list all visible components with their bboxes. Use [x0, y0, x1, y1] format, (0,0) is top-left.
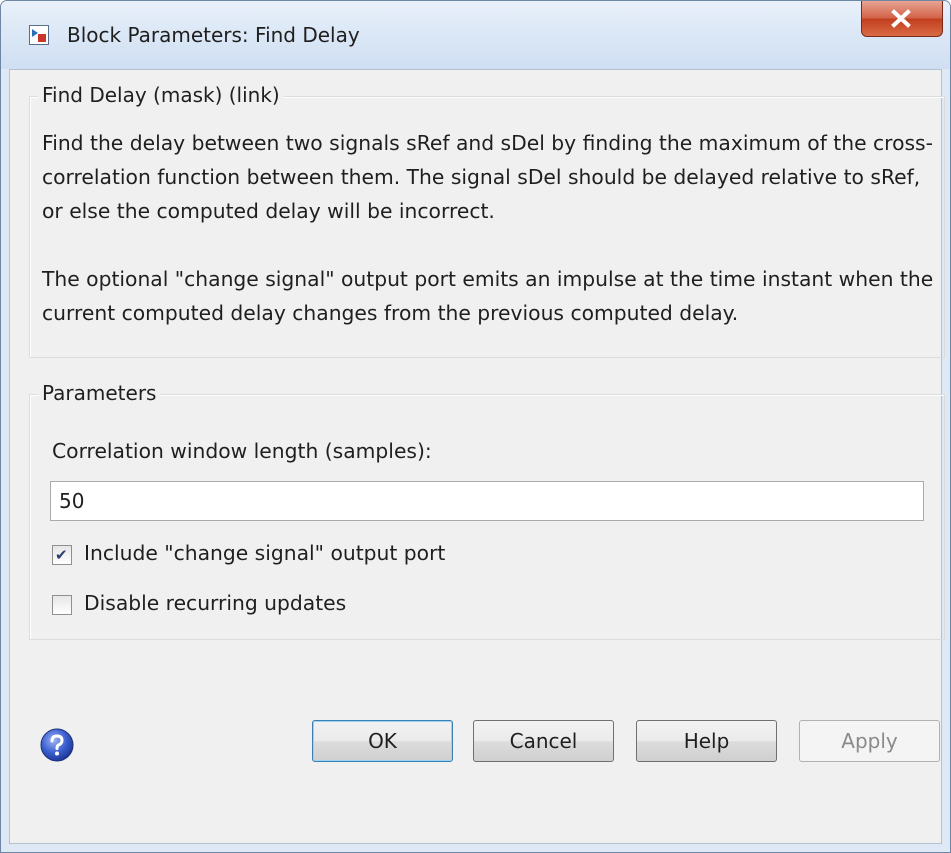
description-paragraph-1: Find the delay between two signals sRef …: [42, 131, 933, 223]
question-mark-icon[interactable]: [39, 727, 75, 763]
close-button[interactable]: [861, 1, 943, 37]
description-group: Find Delay (mask) (link) Find the delay …: [29, 83, 945, 358]
close-icon: [891, 9, 911, 28]
window-length-input[interactable]: [50, 481, 924, 521]
window-title: Block Parameters: Find Delay: [67, 23, 360, 47]
description-group-title: Find Delay (mask) (link): [38, 83, 284, 107]
disable-recurring-updates-label[interactable]: Disable recurring updates: [84, 591, 346, 615]
parameters-group: Parameters Correlation window length (sa…: [29, 381, 945, 640]
parameters-group-title: Parameters: [38, 381, 161, 405]
disable-recurring-updates-checkbox[interactable]: [52, 595, 72, 615]
ok-button[interactable]: OK: [312, 720, 453, 762]
include-change-signal-label[interactable]: Include "change signal" output port: [84, 541, 445, 565]
checkmark-icon: ✔: [55, 546, 68, 564]
description-text: Find the delay between two signals sRef …: [42, 126, 940, 364]
apply-button[interactable]: Apply: [799, 720, 940, 762]
simulink-block-icon: [29, 25, 49, 45]
help-button[interactable]: Help: [636, 720, 777, 762]
include-change-signal-checkbox[interactable]: ✔: [52, 545, 72, 565]
description-paragraph-2: The optional "change signal" output port…: [42, 267, 934, 325]
dialog-body: Find Delay (mask) (link) Find the delay …: [9, 69, 945, 844]
window-length-label: Correlation window length (samples):: [52, 439, 432, 463]
title-bar[interactable]: Block Parameters: Find Delay: [1, 1, 950, 69]
dialog-window: Block Parameters: Find Delay Find Delay …: [0, 0, 951, 853]
cancel-button[interactable]: Cancel: [473, 720, 614, 762]
